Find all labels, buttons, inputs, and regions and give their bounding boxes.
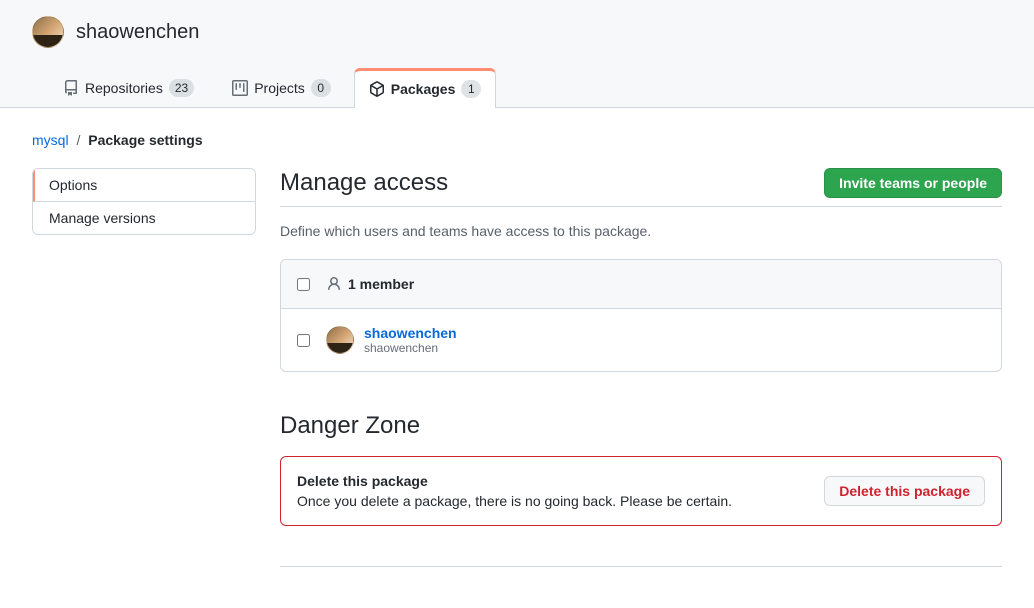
- danger-box: Delete this package Once you delete a pa…: [280, 456, 1002, 526]
- tab-packages[interactable]: Packages 1: [354, 68, 497, 108]
- danger-description: Once you delete a package, there is no g…: [297, 493, 732, 509]
- delete-package-button[interactable]: Delete this package: [824, 476, 985, 506]
- tab-label: Projects: [254, 80, 305, 96]
- breadcrumb-link[interactable]: mysql: [32, 132, 69, 148]
- sidebar-item-options[interactable]: Options: [33, 169, 255, 202]
- profile-name[interactable]: shaowenchen: [76, 21, 199, 44]
- member-avatar[interactable]: [326, 326, 354, 354]
- member-count-label: 1 member: [348, 276, 414, 292]
- sidebar-item-manage-versions[interactable]: Manage versions: [33, 202, 255, 234]
- repo-icon: [63, 80, 79, 96]
- member-checkbox[interactable]: [297, 334, 310, 347]
- access-description: Define which users and teams have access…: [280, 223, 1002, 239]
- members-box: 1 member shaowenchen shaowenchen: [280, 259, 1002, 372]
- project-icon: [232, 80, 248, 96]
- package-icon: [369, 81, 385, 97]
- breadcrumb-separator: /: [76, 132, 80, 148]
- tab-projects[interactable]: Projects 0: [217, 68, 346, 107]
- danger-heading: Delete this package: [297, 473, 732, 489]
- member-row: shaowenchen shaowenchen: [281, 309, 1001, 371]
- section-title-access: Manage access: [280, 169, 448, 197]
- tab-count: 23: [169, 79, 194, 97]
- select-all-checkbox[interactable]: [297, 278, 310, 291]
- avatar[interactable]: [32, 16, 64, 48]
- settings-menu: Options Manage versions: [32, 168, 256, 235]
- tab-label: Repositories: [85, 80, 163, 96]
- divider: [280, 566, 1002, 567]
- tab-count: 0: [311, 79, 331, 97]
- tab-count: 1: [461, 80, 481, 98]
- invite-button[interactable]: Invite teams or people: [824, 168, 1002, 198]
- person-icon: [326, 276, 342, 292]
- member-display-name[interactable]: shaowenchen: [364, 325, 457, 341]
- danger-zone-title: Danger Zone: [280, 412, 1002, 440]
- breadcrumb-current: Package settings: [88, 132, 202, 148]
- tab-repositories[interactable]: Repositories 23: [48, 68, 209, 107]
- member-username: shaowenchen: [364, 341, 457, 355]
- breadcrumb: mysql / Package settings: [32, 132, 1002, 148]
- tab-label: Packages: [391, 81, 456, 97]
- tabs: Repositories 23 Projects 0 Packages 1: [48, 68, 1002, 107]
